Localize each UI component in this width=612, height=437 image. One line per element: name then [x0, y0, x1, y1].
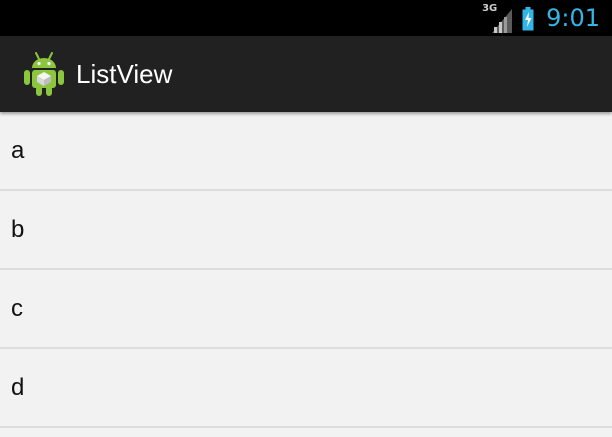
signal-icon: 3G: [482, 3, 513, 33]
status-icons: 3G 9:01: [482, 0, 600, 36]
list-item[interactable]: d: [0, 349, 612, 428]
status-clock: 9:01: [546, 4, 600, 32]
list-item[interactable]: c: [0, 270, 612, 349]
android-icon[interactable]: [23, 51, 65, 97]
screen: 3G 9:01 ListView a b c d: [0, 0, 612, 437]
list-item[interactable]: b: [0, 191, 612, 270]
app-title: ListView: [76, 59, 173, 89]
list-item[interactable]: a: [0, 112, 612, 191]
list-view[interactable]: a b c d: [0, 112, 612, 428]
action-bar: ListView: [0, 36, 612, 112]
status-bar: 3G 9:01: [0, 0, 612, 36]
battery-charging-icon: [522, 7, 534, 31]
